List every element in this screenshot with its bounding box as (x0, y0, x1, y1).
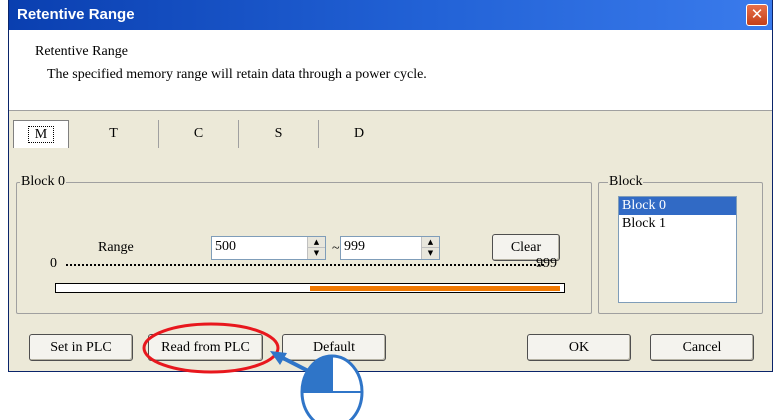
spin-down-icon[interactable]: ▼ (307, 248, 325, 259)
retentive-range-dialog: Retentive Range ✕ Retentive Range The sp… (8, 0, 773, 372)
description-panel: Retentive Range The specified memory ran… (9, 30, 772, 111)
block-group-legend: Block 0 (20, 174, 66, 190)
spin-up-icon[interactable]: ▲ (307, 237, 325, 248)
range-start-value: 500 (215, 239, 236, 254)
scale-min-label: 0 (50, 256, 57, 271)
range-end-input[interactable]: 999 ▲ ▼ (340, 236, 440, 260)
spin-up-icon[interactable]: ▲ (421, 237, 439, 248)
read-from-plc-button[interactable]: Read from PLC (148, 334, 263, 361)
dialog-title: Retentive Range (17, 6, 135, 23)
retentive-range-fill (310, 286, 560, 291)
range-start-spinner[interactable]: ▲ ▼ (307, 237, 325, 259)
tab-strip: M T C S D (9, 120, 772, 148)
scale-max-label: 999 (536, 256, 557, 271)
title-bar: Retentive Range ✕ (9, 0, 772, 30)
retentive-range-bar (55, 283, 565, 293)
block-listbox[interactable]: Block 0 Block 1 (618, 196, 737, 303)
tab-c[interactable]: C (159, 120, 239, 148)
range-start-input[interactable]: 500 ▲ ▼ (211, 236, 326, 260)
ok-button[interactable]: OK (527, 334, 631, 361)
default-button[interactable]: Default (282, 334, 386, 361)
description-text: The specified memory range will retain d… (47, 67, 427, 82)
tab-m[interactable]: M (13, 120, 69, 148)
scale-dots (66, 264, 544, 266)
range-end-value: 999 (344, 239, 365, 254)
tab-t[interactable]: T (69, 120, 159, 148)
list-item-block-1[interactable]: Block 1 (619, 215, 736, 233)
range-end-spinner[interactable]: ▲ ▼ (421, 237, 439, 259)
set-in-plc-button[interactable]: Set in PLC (29, 334, 133, 361)
range-label: Range (98, 240, 134, 255)
block-list-legend: Block (608, 174, 644, 190)
tab-d[interactable]: D (319, 120, 399, 148)
range-separator: ~ (332, 241, 340, 256)
close-icon[interactable]: ✕ (746, 4, 768, 26)
tab-s[interactable]: S (239, 120, 319, 148)
description-title: Retentive Range (35, 44, 128, 59)
spin-down-icon[interactable]: ▼ (421, 248, 439, 259)
cancel-button[interactable]: Cancel (650, 334, 754, 361)
list-item-block-0[interactable]: Block 0 (619, 197, 736, 215)
